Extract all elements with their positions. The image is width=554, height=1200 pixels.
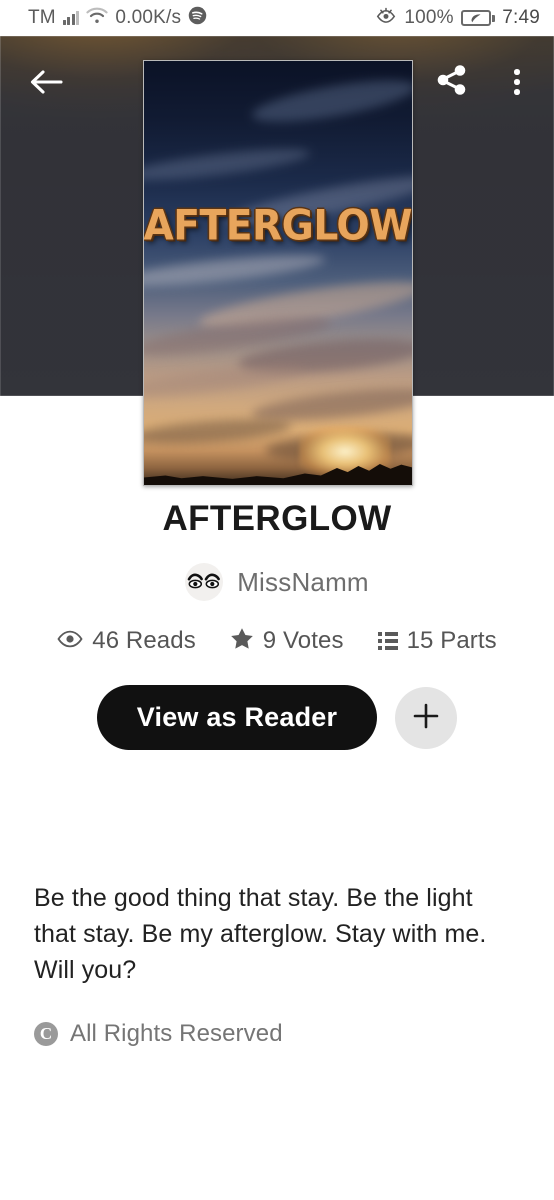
stat-votes: 9 Votes	[230, 627, 344, 655]
status-bar-left: TM 0.00K/s	[28, 6, 207, 30]
story-title: AFTERGLOW	[162, 499, 392, 538]
stat-reads-label: 46 Reads	[92, 627, 196, 654]
eyes-avatar-icon	[185, 563, 224, 601]
story-info-panel: AFTERGLOW MissNamm 46 Reads 9 Votes 15 P…	[0, 396, 554, 1048]
copyright-label: All Rights Reserved	[70, 1020, 283, 1047]
wifi-icon	[86, 7, 108, 29]
status-bar-right: 100% 7:49	[375, 6, 540, 30]
overflow-menu-icon	[514, 69, 520, 95]
stat-votes-label: 9 Votes	[262, 627, 344, 654]
copyright-icon: C	[34, 1022, 58, 1046]
cover-title-art: AFTERGLOW	[143, 201, 413, 250]
battery-eco-icon	[460, 10, 496, 26]
author-name: MissNamm	[237, 566, 369, 597]
signal-bars-icon	[62, 11, 80, 25]
add-to-library-button[interactable]	[395, 686, 458, 749]
story-cover-image[interactable]: AFTERGLOW	[143, 60, 413, 486]
plus-icon	[411, 701, 441, 734]
clock-label: 7:49	[502, 7, 540, 28]
share-icon	[435, 63, 469, 102]
copyright-row: C All Rights Reserved	[0, 1020, 554, 1048]
back-button[interactable]	[20, 58, 72, 110]
eye-protection-icon	[375, 6, 397, 30]
eye-icon	[57, 630, 83, 653]
battery-percent-label: 100%	[404, 7, 454, 28]
network-speed-label: 0.00K/s	[115, 7, 182, 28]
stat-reads: 46 Reads	[57, 627, 196, 655]
cover-sky-gradient	[144, 61, 412, 485]
list-icon	[377, 632, 398, 650]
actions-row: View as Reader	[0, 685, 554, 750]
star-icon	[230, 627, 254, 655]
stat-parts: 15 Parts	[377, 627, 497, 655]
story-detail-screen: TM 0.00K/s 100% 7:49 AFTERGLOW AFTERGLOW…	[0, 0, 554, 1200]
stat-parts-label: 15 Parts	[406, 627, 497, 654]
view-as-reader-button[interactable]: View as Reader	[96, 685, 378, 750]
spotify-icon	[188, 6, 207, 30]
stats-row: 46 Reads 9 Votes 15 Parts	[0, 627, 554, 655]
carrier-label: TM	[28, 7, 56, 28]
status-bar: TM 0.00K/s 100% 7:49	[0, 0, 554, 36]
story-description: Be the good thing that stay. Be the ligh…	[34, 884, 487, 984]
share-button[interactable]	[426, 56, 478, 108]
back-arrow-icon	[29, 67, 63, 102]
author-row[interactable]: MissNamm	[0, 563, 554, 601]
overflow-menu-button[interactable]	[494, 56, 540, 108]
